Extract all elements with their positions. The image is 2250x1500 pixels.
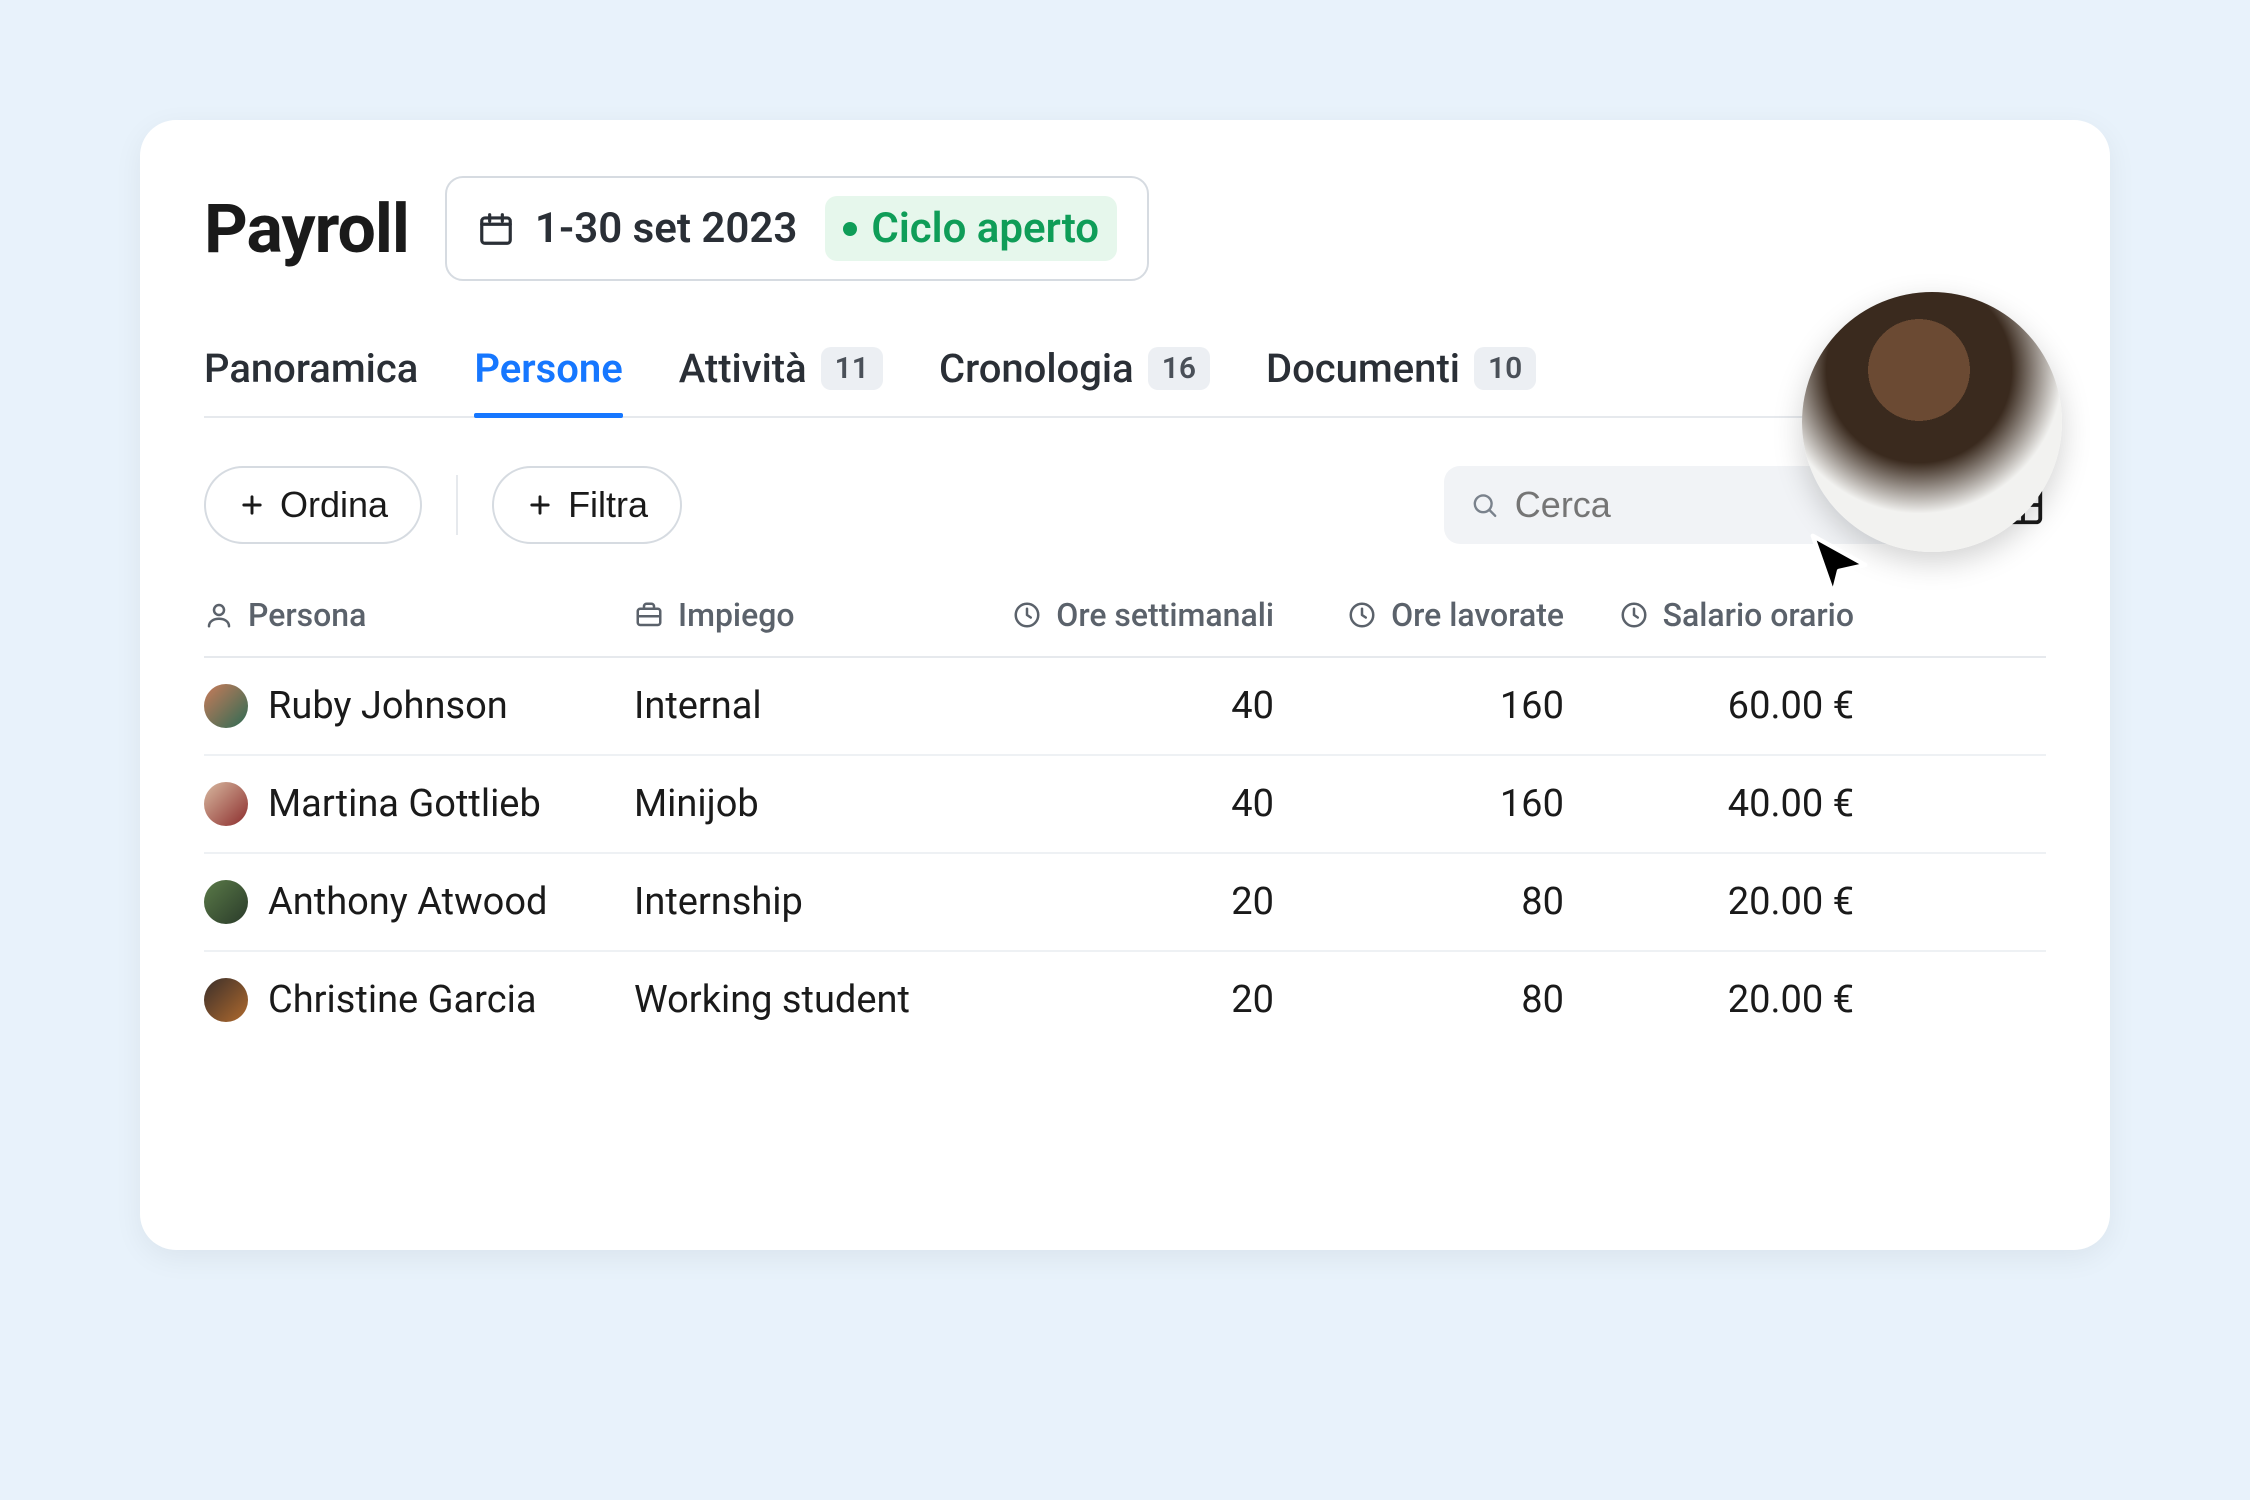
person-name: Anthony Atwood: [268, 880, 547, 924]
sort-label: Ordina: [280, 484, 388, 526]
tab-label: Persone: [474, 345, 622, 392]
tab-label: Cronologia: [939, 345, 1134, 392]
cell-weekly-hours: 20: [974, 880, 1274, 924]
table-row[interactable]: Anthony Atwood Internship 20 80 20.00 €: [204, 854, 2046, 952]
table-row[interactable]: Martina Gottlieb Minijob 40 160 40.00 €: [204, 756, 2046, 854]
calendar-icon: [477, 210, 515, 248]
cell-employment: Working student: [634, 978, 974, 1022]
cell-employment: Minijob: [634, 782, 974, 826]
cursor-icon: [1804, 530, 1874, 600]
user-avatar-large[interactable]: [1802, 292, 2062, 552]
cell-worked-hours: 80: [1274, 880, 1564, 924]
cell-weekly-hours: 20: [974, 978, 1274, 1022]
cell-worked-hours: 160: [1274, 782, 1564, 826]
search-icon: [1470, 489, 1499, 521]
cell-employment: Internship: [634, 880, 974, 924]
cell-hourly-wage: 40.00 €: [1564, 782, 1854, 826]
clock-icon: [1347, 600, 1377, 630]
tab-label: Panoramica: [204, 345, 418, 392]
cell-person: Anthony Atwood: [204, 880, 634, 924]
col-worked-hours[interactable]: Ore lavorate: [1274, 596, 1564, 634]
cell-weekly-hours: 40: [974, 782, 1274, 826]
people-table: Persona Impiego Ore settimanali Ore lavo…: [204, 596, 2046, 1048]
sort-button[interactable]: Ordina: [204, 466, 422, 544]
tab-label: Documenti: [1266, 345, 1460, 392]
tab-persone[interactable]: Persone: [474, 345, 622, 416]
tab-documenti[interactable]: Documenti 10: [1266, 345, 1536, 416]
status-dot-icon: [843, 222, 857, 236]
person-name: Martina Gottlieb: [268, 782, 541, 826]
cell-employment: Internal: [634, 684, 974, 728]
cell-person: Martina Gottlieb: [204, 782, 634, 826]
col-weekly-hours[interactable]: Ore settimanali: [974, 596, 1274, 634]
col-employment[interactable]: Impiego: [634, 596, 974, 634]
person-name: Ruby Johnson: [268, 684, 508, 728]
col-hourly-wage[interactable]: Salario orario: [1564, 596, 1854, 634]
col-label: Persona: [248, 596, 366, 634]
person-name: Christine Garcia: [268, 978, 537, 1022]
briefcase-icon: [634, 600, 664, 630]
header: Payroll 1-30 set 2023 Ciclo aperto: [204, 176, 2046, 281]
filter-label: Filtra: [568, 484, 648, 526]
clock-icon: [1619, 600, 1649, 630]
tab-count-badge: 11: [821, 347, 883, 390]
table-row[interactable]: Christine Garcia Working student 20 80 2…: [204, 952, 2046, 1048]
tab-count-badge: 10: [1474, 347, 1536, 390]
tabs: Panoramica Persone Attività 11 Cronologi…: [204, 345, 2046, 418]
cell-hourly-wage: 20.00 €: [1564, 978, 1854, 1022]
payroll-card: Payroll 1-30 set 2023 Ciclo aperto Panor…: [140, 120, 2110, 1250]
cell-hourly-wage: 60.00 €: [1564, 684, 1854, 728]
person-icon: [204, 600, 234, 630]
cell-worked-hours: 160: [1274, 684, 1564, 728]
page-title: Payroll: [204, 189, 409, 269]
toolbar-divider: [456, 475, 458, 535]
col-person[interactable]: Persona: [204, 596, 634, 634]
plus-icon: [238, 491, 266, 519]
tab-count-badge: 16: [1148, 347, 1210, 390]
col-label: Ore lavorate: [1391, 596, 1564, 634]
cycle-status-badge: Ciclo aperto: [825, 196, 1117, 261]
avatar: [204, 978, 248, 1022]
plus-icon: [526, 491, 554, 519]
avatar: [204, 782, 248, 826]
tab-panoramica[interactable]: Panoramica: [204, 345, 418, 416]
cell-person: Ruby Johnson: [204, 684, 634, 728]
cell-worked-hours: 80: [1274, 978, 1564, 1022]
tab-label: Attività: [679, 345, 807, 392]
cycle-status-label: Ciclo aperto: [871, 204, 1099, 253]
toolbar: Ordina Filtra: [204, 466, 2046, 544]
clock-icon: [1012, 600, 1042, 630]
col-label: Ore settimanali: [1056, 596, 1274, 634]
col-label: Impiego: [678, 596, 795, 634]
period-label: 1-30 set 2023: [535, 204, 798, 253]
tab-attivita[interactable]: Attività 11: [679, 345, 883, 416]
avatar: [204, 880, 248, 924]
cell-weekly-hours: 40: [974, 684, 1274, 728]
cell-person: Christine Garcia: [204, 978, 634, 1022]
period-selector[interactable]: 1-30 set 2023 Ciclo aperto: [445, 176, 1149, 281]
tab-cronologia[interactable]: Cronologia 16: [939, 345, 1210, 416]
table-row[interactable]: Ruby Johnson Internal 40 160 60.00 €: [204, 658, 2046, 756]
filter-button[interactable]: Filtra: [492, 466, 682, 544]
cell-hourly-wage: 20.00 €: [1564, 880, 1854, 924]
avatar: [204, 684, 248, 728]
table-header: Persona Impiego Ore settimanali Ore lavo…: [204, 596, 2046, 658]
col-label: Salario orario: [1663, 596, 1854, 634]
